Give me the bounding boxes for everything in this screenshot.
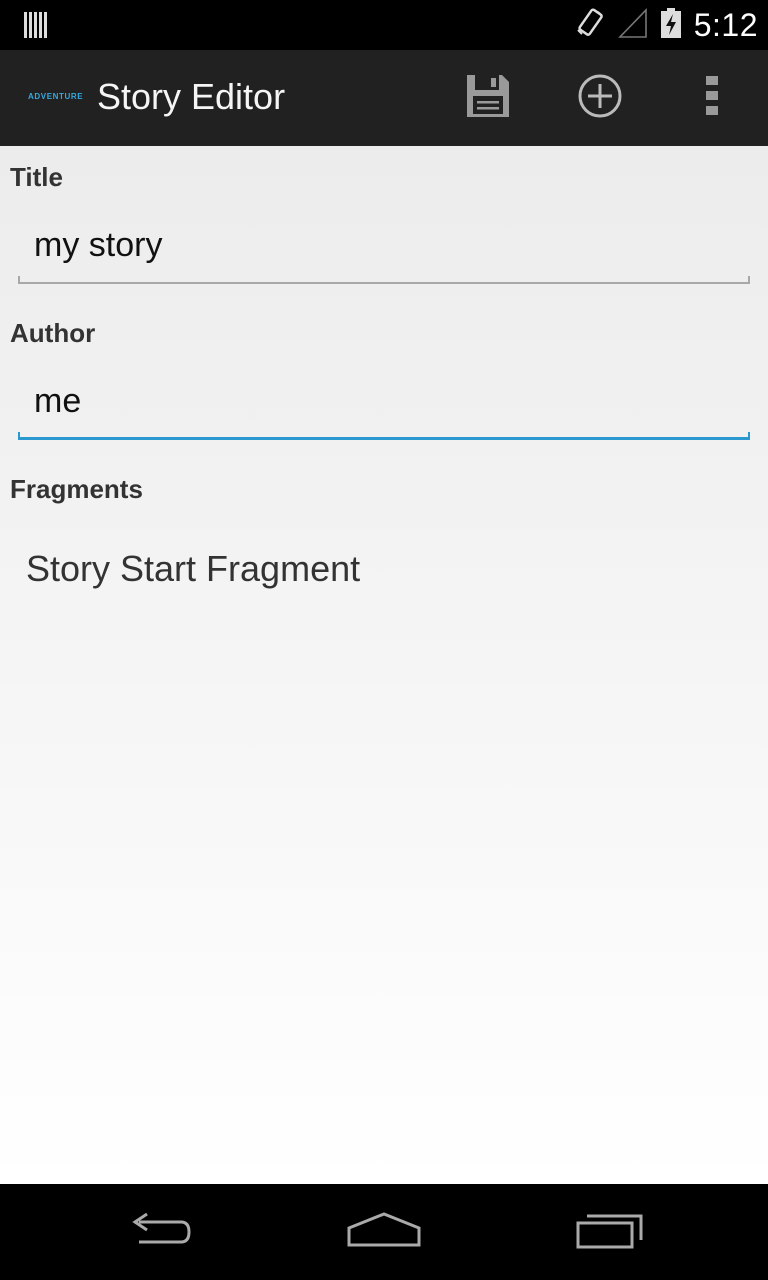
battery-charging-icon: [660, 7, 682, 44]
author-field-value[interactable]: me: [34, 382, 81, 421]
add-button[interactable]: [552, 50, 648, 146]
title-field-value[interactable]: my story: [34, 226, 162, 265]
vibrate-icon: [574, 6, 606, 45]
fragments-label: Fragments: [10, 474, 143, 504]
story-editor-form: Title my story Author me Fragments Story…: [0, 146, 768, 1184]
overflow-menu-icon: [705, 74, 719, 123]
title-label: Title: [10, 162, 63, 192]
recents-button[interactable]: [550, 1184, 670, 1280]
navigation-bar: [0, 1184, 768, 1280]
status-clock: 5:12: [693, 6, 758, 43]
home-button[interactable]: [324, 1184, 444, 1280]
add-circle-icon: [576, 72, 624, 125]
page-title: Story Editor: [97, 76, 286, 117]
author-field-underline: [18, 437, 750, 440]
notification-icon: [22, 10, 50, 40]
author-label: Author: [10, 318, 96, 348]
app-logo[interactable]: ADVENTURE: [28, 92, 83, 101]
title-field-underline: [18, 282, 750, 284]
overflow-menu-button[interactable]: [664, 50, 760, 146]
back-button[interactable]: [100, 1184, 220, 1280]
list-item[interactable]: Story Start Fragment: [0, 522, 768, 618]
fragment-item-label: Story Start Fragment: [26, 548, 361, 589]
status-bar: 5:12: [0, 0, 768, 50]
title-field[interactable]: my story: [18, 218, 750, 284]
action-bar: ADVENTURE Story Editor: [0, 50, 768, 146]
author-field[interactable]: me: [18, 374, 750, 440]
home-icon: [346, 1210, 422, 1255]
recents-icon: [575, 1210, 645, 1255]
back-icon: [125, 1210, 195, 1255]
save-button[interactable]: [440, 50, 536, 146]
signal-icon: [617, 7, 648, 44]
save-icon: [464, 72, 512, 125]
